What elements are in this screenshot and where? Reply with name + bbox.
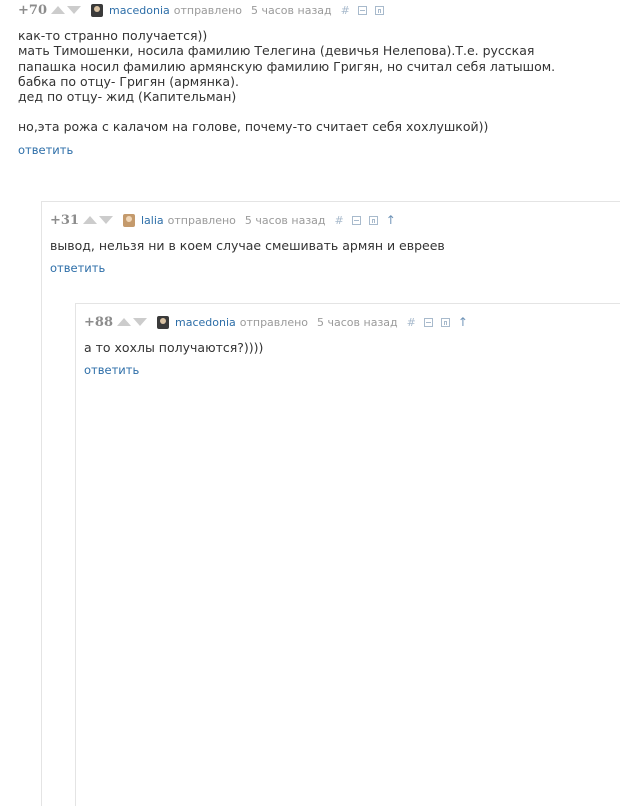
parent-arrow-icon[interactable]: ↑ — [458, 315, 468, 329]
comment-text: как-то странно получается)) мать Тимошен… — [18, 28, 620, 135]
comment-line: как-то странно получается)) — [18, 28, 208, 43]
vote-up-icon[interactable] — [116, 318, 131, 326]
sent-label: отправлено — [167, 213, 236, 227]
hash-icon[interactable]: # — [341, 4, 350, 17]
comment-rating: +88 — [84, 314, 113, 330]
comment-line: папашка носил фамилию армянскую фамилию … — [18, 58, 556, 74]
comment-rating: +31 — [50, 212, 79, 228]
reply-link[interactable]: ответить — [84, 363, 620, 377]
collapse-icon[interactable] — [351, 215, 361, 225]
comment: +31 lalia отправлено 5 часов назад # ↑ в… — [41, 200, 620, 806]
comment-rating: +70 — [18, 2, 47, 18]
avatar[interactable] — [156, 315, 169, 329]
save-icon[interactable] — [440, 317, 450, 327]
sent-label: отправлено — [173, 3, 243, 17]
collapse-icon[interactable] — [423, 317, 433, 327]
avatar[interactable] — [122, 213, 135, 227]
vote-up-icon[interactable] — [50, 6, 65, 14]
save-icon[interactable] — [374, 5, 384, 15]
avatar[interactable] — [90, 3, 103, 17]
vote-down-icon[interactable] — [98, 216, 113, 224]
vote-up-icon[interactable] — [82, 216, 97, 224]
comment-time[interactable]: 5 часов назад — [245, 214, 326, 227]
comment-line: бабка по отцу- Григян (армянка). — [18, 73, 239, 89]
comment-text: а то хохлы получаются?)))) — [84, 340, 620, 355]
reply-link[interactable]: ответить — [50, 261, 620, 275]
username-link[interactable]: macedonia — [175, 316, 236, 329]
sent-label: отправлено — [239, 315, 309, 329]
comment-text: вывод, нельзя ни в коем случае смешивать… — [50, 238, 620, 253]
comment-line: дед по отцу- жид (Капительман) — [18, 89, 237, 105]
comment-line-blank — [18, 104, 620, 119]
comment-header: +88 macedonia отправлено 5 часов назад #… — [84, 312, 620, 332]
comment-line: мать Тимошенки, носила фамилию Телегина … — [18, 43, 535, 59]
comment-header: +70 macedonia отправлено 5 часов назад # — [18, 0, 620, 20]
reply-link[interactable]: ответить — [18, 143, 620, 157]
username-link[interactable]: lalia — [141, 214, 164, 227]
hash-icon[interactable]: # — [335, 214, 344, 227]
comment-header: +31 lalia отправлено 5 часов назад # ↑ — [50, 210, 620, 230]
save-icon[interactable] — [368, 215, 378, 225]
comment-line: а то хохлы получаются?)))) — [84, 340, 264, 355]
comment-time[interactable]: 5 часов назад — [317, 316, 398, 329]
vote-down-icon[interactable] — [132, 318, 147, 326]
comment-line: но,эта рожа с калачом на голове, почему-… — [18, 119, 489, 135]
comment: +70 macedonia отправлено 5 часов назад #… — [18, 0, 620, 157]
collapse-icon[interactable] — [357, 5, 367, 15]
parent-arrow-icon[interactable]: ↑ — [386, 213, 396, 227]
comment-line: вывод, нельзя ни в коем случае смешивать… — [50, 238, 445, 253]
vote-down-icon[interactable] — [66, 6, 81, 14]
hash-icon[interactable]: # — [407, 316, 416, 329]
username-link[interactable]: macedonia — [109, 4, 170, 17]
comment: +88 macedonia отправлено 5 часов назад #… — [75, 302, 620, 806]
comment-time[interactable]: 5 часов назад — [251, 4, 332, 17]
